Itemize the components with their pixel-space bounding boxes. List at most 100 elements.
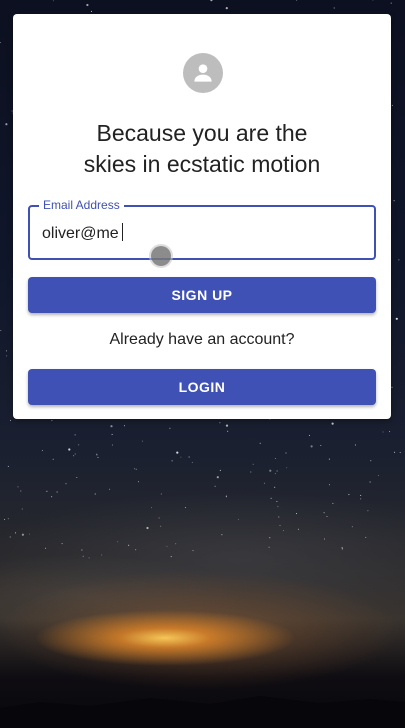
star [259, 442, 261, 444]
star [282, 530, 284, 531]
star [73, 455, 75, 457]
star [4, 518, 6, 520]
star [86, 3, 89, 7]
star [52, 458, 54, 460]
star [221, 534, 223, 536]
star [137, 481, 139, 483]
star [393, 200, 395, 202]
star [277, 506, 279, 507]
star [323, 512, 325, 514]
star [46, 490, 48, 492]
star [341, 548, 343, 550]
star [252, 463, 254, 465]
star [41, 450, 43, 452]
star [160, 525, 162, 527]
star [269, 537, 271, 539]
star [52, 0, 54, 2]
star [65, 483, 67, 485]
star [101, 554, 103, 556]
star [146, 526, 149, 530]
star [399, 452, 401, 453]
star [81, 549, 83, 551]
star [210, 0, 213, 2]
star [97, 456, 99, 458]
star [123, 425, 125, 427]
star [128, 544, 130, 546]
star [354, 444, 356, 446]
star [227, 430, 229, 432]
star [326, 516, 328, 517]
star [21, 533, 24, 536]
star [94, 493, 96, 495]
star [394, 451, 396, 453]
star [180, 456, 182, 458]
star [331, 422, 334, 425]
star [308, 434, 310, 436]
star [250, 471, 252, 473]
login-button[interactable]: LOGIN [28, 369, 376, 405]
star [333, 7, 335, 9]
star [225, 424, 229, 427]
star [170, 556, 172, 558]
star [6, 355, 8, 357]
star [360, 494, 362, 496]
mountain-silhouette [0, 696, 405, 728]
title-line-2: skies in ecstatic motion [83, 151, 321, 177]
star [56, 491, 58, 493]
star [372, 0, 374, 1]
star [10, 420, 11, 421]
star [219, 422, 221, 424]
star [91, 10, 92, 12]
star [184, 507, 186, 509]
star [270, 497, 272, 499]
star [45, 547, 47, 549]
star [74, 434, 76, 436]
page-title: Because you are the skies in ecstatic mo… [13, 118, 391, 180]
star [166, 545, 168, 547]
star [158, 517, 160, 519]
star [328, 458, 330, 460]
star [0, 42, 2, 44]
star [9, 536, 11, 538]
star [17, 486, 19, 488]
star [61, 543, 63, 545]
star [225, 495, 227, 497]
star [216, 476, 219, 479]
star [351, 526, 353, 528]
star [15, 532, 17, 534]
email-field-label: Email Address [39, 198, 124, 212]
star [0, 330, 2, 331]
star [176, 451, 179, 454]
star [160, 493, 162, 495]
star [274, 486, 276, 488]
star [219, 469, 221, 471]
signup-button[interactable]: SIGN UP [28, 277, 376, 313]
star [278, 516, 280, 518]
star [175, 543, 177, 545]
star [296, 0, 298, 1]
star [117, 541, 119, 543]
star [389, 431, 391, 433]
star [238, 518, 240, 520]
star [296, 513, 297, 515]
star [378, 475, 380, 477]
star [276, 501, 278, 502]
star [286, 467, 288, 469]
star [151, 507, 152, 509]
star [188, 456, 190, 458]
email-field[interactable]: Email Address oliver@me [28, 198, 376, 260]
star [6, 350, 7, 352]
star [269, 419, 271, 420]
star [68, 448, 71, 451]
star [74, 453, 76, 455]
star [279, 524, 281, 526]
email-input[interactable]: oliver@me [42, 223, 123, 244]
star [369, 481, 371, 483]
person-icon [183, 53, 223, 93]
star [332, 502, 334, 504]
star [398, 259, 400, 261]
star [285, 452, 287, 454]
star [370, 460, 372, 462]
star [360, 498, 362, 500]
star [263, 482, 265, 484]
